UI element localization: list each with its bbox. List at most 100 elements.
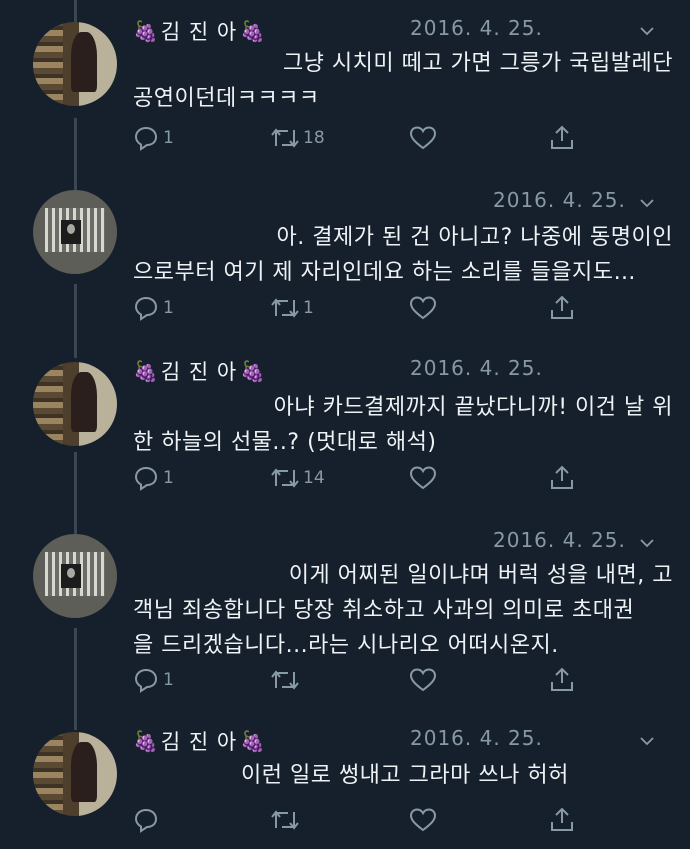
- thread-line: [74, 628, 77, 730]
- heart-icon: [409, 808, 437, 832]
- heart-icon: [409, 466, 437, 490]
- tweet-text-line: 으로부터 여기 제 자리인데요 하는 소리를 들을지도…: [133, 260, 637, 285]
- tweet-text-line: 객님 죄송합니다 당장 취소하고 사과의 의미로 초대권: [133, 598, 635, 623]
- retweet-button[interactable]: 14: [269, 464, 325, 492]
- tweet-text: 아냐 카드결제까지 끝났다니까! 이건 날 위 한 하늘의 선물..? (멋대로…: [133, 390, 673, 460]
- grape-emoji: 🍇: [133, 729, 158, 753]
- tweet-date[interactable]: 2016. 4. 25.: [410, 726, 543, 750]
- author-name[interactable]: 김 진 아: [161, 726, 237, 756]
- avatar[interactable]: [33, 190, 117, 274]
- tweet-actions: 1: [133, 666, 593, 694]
- share-icon: [551, 465, 573, 489]
- tweet-date[interactable]: 2016. 4. 25.: [493, 188, 626, 212]
- heart-icon: [409, 296, 437, 320]
- tweet-date[interactable]: 2016. 4. 25.: [410, 16, 543, 40]
- tweet-actions: 1 18: [133, 124, 593, 152]
- retweet-count: 1: [303, 298, 314, 318]
- author-row[interactable]: 🍇 김 진 아 🍇: [133, 14, 265, 48]
- reply-icon: [134, 126, 158, 151]
- thread-line: [74, 284, 77, 358]
- reply-count: 1: [163, 468, 174, 488]
- reply-count: 1: [163, 670, 174, 690]
- reply-count: 1: [163, 298, 174, 318]
- like-button[interactable]: [409, 294, 437, 322]
- grape-emoji: 🍇: [240, 19, 266, 43]
- thread-line: [74, 0, 77, 22]
- tweet-date[interactable]: 2016. 4. 25.: [410, 356, 543, 380]
- tweet-text-line: 공연이던데ㅋㅋㅋㅋ: [133, 86, 320, 111]
- reply-count: 1: [163, 128, 174, 148]
- tweet-text: 아. 결제가 된 건 아니고? 나중에 동명이인 으로부터 여기 제 자리인데요…: [133, 220, 673, 290]
- retweet-icon: [271, 298, 299, 318]
- grape-emoji: 🍇: [133, 19, 158, 43]
- share-icon: [551, 667, 573, 691]
- tweet-text-line: 아. 결제가 된 건 아니고? 나중에 동명이인: [276, 225, 673, 250]
- tweet-date[interactable]: 2016. 4. 25.: [493, 528, 626, 552]
- avatar[interactable]: [33, 22, 117, 106]
- share-button[interactable]: [548, 666, 576, 694]
- retweet-icon: [271, 810, 299, 830]
- reply-icon: [134, 808, 158, 833]
- share-button[interactable]: [548, 464, 576, 492]
- tweet-text-line: 아냐 카드결제까지 끝났다니까! 이건 날 위: [273, 395, 673, 420]
- grape-emoji: 🍇: [240, 729, 266, 753]
- tweet-text-line: 한 하늘의 선물..? (멋대로 해석): [133, 430, 437, 455]
- tweet-text: 그냥 시치미 떼고 가면 그릉가 국립발레단 공연이던데ㅋㅋㅋㅋ: [133, 46, 673, 116]
- reply-icon: [134, 466, 158, 491]
- thread-line: [74, 118, 77, 190]
- chevron-down-icon[interactable]: [640, 536, 654, 550]
- share-icon: [551, 807, 573, 831]
- retweet-icon: [271, 468, 299, 488]
- retweet-button[interactable]: 18: [269, 124, 325, 152]
- reply-icon: [134, 296, 158, 321]
- retweet-button[interactable]: 1: [269, 294, 314, 322]
- tweet-actions: [133, 806, 593, 834]
- author-row[interactable]: 🍇 김 진 아 🍇: [133, 354, 265, 388]
- grape-emoji: 🍇: [133, 359, 158, 383]
- author-name[interactable]: 김 진 아: [161, 356, 237, 386]
- reply-button[interactable]: [133, 806, 159, 834]
- like-button[interactable]: [409, 124, 437, 152]
- reply-button[interactable]: 1: [133, 464, 174, 492]
- reply-icon: [134, 668, 158, 693]
- tweet-text-line: 이런 일로 썽내고 그라마 쓰나 허허: [241, 763, 569, 788]
- share-button[interactable]: [548, 294, 576, 322]
- tweet-actions: 1 14: [133, 464, 593, 492]
- chevron-down-icon[interactable]: [640, 196, 654, 210]
- share-icon: [551, 295, 573, 319]
- like-button[interactable]: [409, 464, 437, 492]
- avatar-picture: [61, 220, 81, 244]
- chevron-down-icon[interactable]: [640, 734, 654, 748]
- tweet-actions: 1 1: [133, 294, 593, 322]
- retweet-button[interactable]: [269, 666, 301, 694]
- author-name[interactable]: 김 진 아: [161, 16, 237, 46]
- retweet-button[interactable]: [269, 806, 301, 834]
- tweet-text-line: 을 드리겠습니다...라는 시나리오 어떠시온지.: [133, 633, 559, 658]
- heart-icon: [409, 126, 437, 150]
- chevron-down-icon[interactable]: [640, 24, 654, 38]
- avatar[interactable]: [33, 732, 117, 816]
- retweet-icon: [271, 670, 299, 690]
- avatar-picture: [61, 564, 81, 588]
- tweet-text-line: 그냥 시치미 떼고 가면 그릉가 국립발레단: [282, 51, 673, 76]
- share-button[interactable]: [548, 806, 576, 834]
- reply-button[interactable]: 1: [133, 294, 174, 322]
- like-button[interactable]: [409, 666, 437, 694]
- avatar[interactable]: [33, 534, 117, 618]
- retweet-icon: [271, 128, 299, 148]
- reply-button[interactable]: 1: [133, 124, 174, 152]
- heart-icon: [409, 668, 437, 692]
- tweet-text: 이게 어찌된 일이냐며 버럭 성을 내면, 고 객님 죄송합니다 당장 취소하고…: [133, 558, 673, 663]
- tweet-text: 이런 일로 썽내고 그라마 쓰나 허허: [133, 758, 673, 793]
- author-row[interactable]: 🍇 김 진 아 🍇: [133, 724, 265, 758]
- avatar[interactable]: [33, 362, 117, 446]
- share-icon: [551, 125, 573, 149]
- retweet-count: 18: [303, 128, 325, 148]
- retweet-count: 14: [303, 468, 325, 488]
- like-button[interactable]: [409, 806, 437, 834]
- tweet-text-line: 이게 어찌된 일이냐며 버럭 성을 내면, 고: [288, 563, 673, 588]
- share-button[interactable]: [548, 124, 576, 152]
- thread-line: [74, 452, 77, 534]
- reply-button[interactable]: 1: [133, 666, 174, 694]
- grape-emoji: 🍇: [240, 359, 266, 383]
